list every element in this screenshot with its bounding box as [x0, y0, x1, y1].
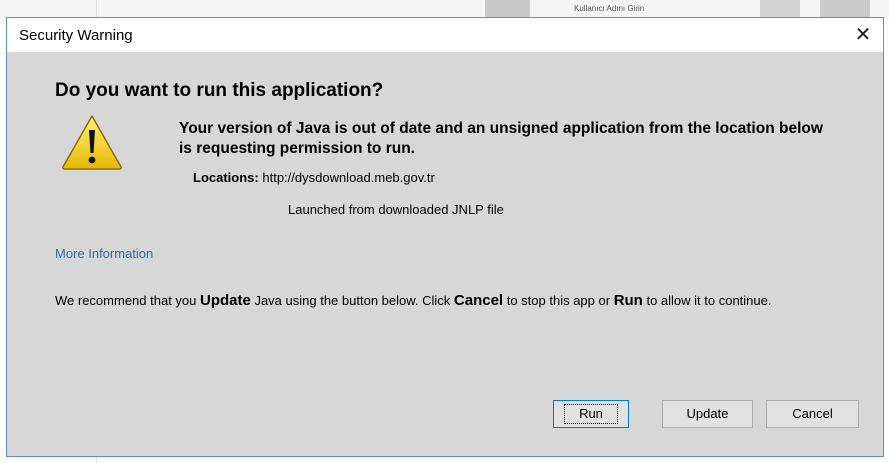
recommend-update-word: Update: [200, 292, 251, 309]
background-app-strip: [0, 0, 889, 18]
dialog-content: Do you want to run this application? You…: [7, 52, 883, 456]
dialog-heading: Do you want to run this application?: [55, 80, 384, 101]
warning-icon: [62, 115, 122, 170]
cancel-button[interactable]: Cancel: [766, 400, 859, 428]
locations-row: Locations: http://dysdownload.meb.gov.tr: [193, 170, 435, 185]
more-information-link[interactable]: More Information: [55, 246, 153, 261]
warning-message: Your version of Java is out of date and …: [179, 120, 823, 157]
close-icon[interactable]: ✕: [851, 23, 875, 47]
launched-from-text: Launched from downloaded JNLP file: [288, 202, 504, 217]
recommend-part3: to stop this app or: [503, 293, 614, 308]
security-warning-dialog: Security Warning ✕ Do you want to run th…: [6, 17, 884, 457]
recommend-run-word: Run: [613, 292, 643, 309]
background-block: [820, 0, 870, 18]
recommendation-text: We recommend that you Update Java using …: [55, 292, 835, 310]
recommend-part2: Java using the button below. Click: [250, 293, 454, 308]
background-block: [485, 0, 530, 18]
background-block: [760, 0, 800, 18]
background-text: Kullanıcı Adını Girin: [574, 4, 645, 13]
update-button[interactable]: Update: [662, 400, 753, 428]
locations-label: Locations:: [193, 170, 259, 185]
locations-value: http://dysdownload.meb.gov.tr: [262, 170, 435, 185]
recommend-part1: We recommend that you: [55, 293, 200, 308]
dialog-titlebar[interactable]: Security Warning ✕: [7, 18, 883, 52]
run-button[interactable]: Run: [553, 400, 629, 428]
recommend-cancel-word: Cancel: [453, 292, 504, 309]
recommend-part4: to allow it to continue.: [642, 293, 772, 308]
dialog-title: Security Warning: [19, 27, 133, 44]
run-button-label: Run: [564, 404, 618, 424]
